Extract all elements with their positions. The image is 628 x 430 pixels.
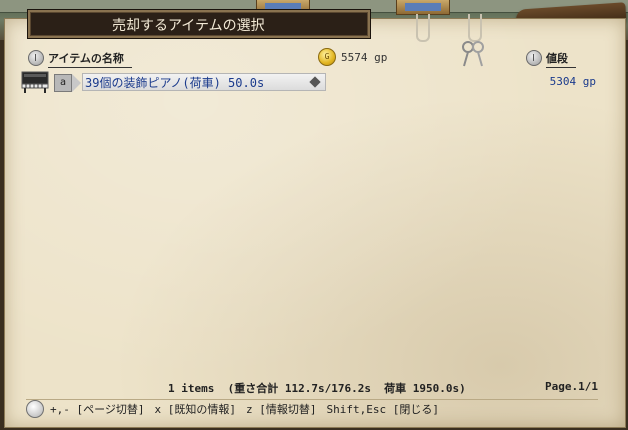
- item-slot-key: a: [54, 74, 72, 92]
- diamond-icon: [309, 76, 321, 88]
- hook-decoration: [468, 14, 482, 42]
- lightbulb-icon: [26, 400, 44, 418]
- window-title: 売却するアイテムの選択: [28, 10, 370, 38]
- page-indicator: Page.1/1: [545, 380, 598, 393]
- name-column-header[interactable]: アイテムの名称: [28, 50, 132, 68]
- gold-display: G 5574 gp: [318, 48, 388, 67]
- gold-coin-icon: G: [318, 48, 336, 66]
- sort-name-icon: [28, 50, 44, 66]
- gold-amount: 5574 gp: [341, 51, 388, 64]
- help-close: Shift,Esc [閉じる]: [326, 403, 439, 416]
- item-row[interactable]: a 39個の装飾ピアノ(荷車) 50.0s 5304 gp: [20, 70, 606, 94]
- help-info-toggle: z [情報切替]: [246, 403, 317, 416]
- hook-decoration: [416, 14, 430, 42]
- price-column-header[interactable]: 値段: [526, 50, 576, 68]
- help-known-info: x [既知の情報]: [154, 403, 237, 416]
- piano-icon: [21, 71, 49, 93]
- keys-icon: [462, 41, 484, 67]
- slot-arrow-icon: [72, 74, 81, 92]
- item-name[interactable]: 39個の装飾ピアノ(荷車) 50.0s: [82, 73, 326, 91]
- sort-price-icon: [526, 50, 542, 66]
- help-bar: +,- [ページ切替] x [既知の情報] z [情報切替] Shift,Esc [閉…: [26, 399, 598, 420]
- help-page-switch: +,- [ページ切替]: [50, 403, 145, 416]
- item-price: 5304 gp: [549, 75, 596, 88]
- banner-decoration: [396, 0, 450, 15]
- weight-summary: 1 items (重さ合計 112.7s/176.2s 荷車 1950.0s): [168, 382, 466, 395]
